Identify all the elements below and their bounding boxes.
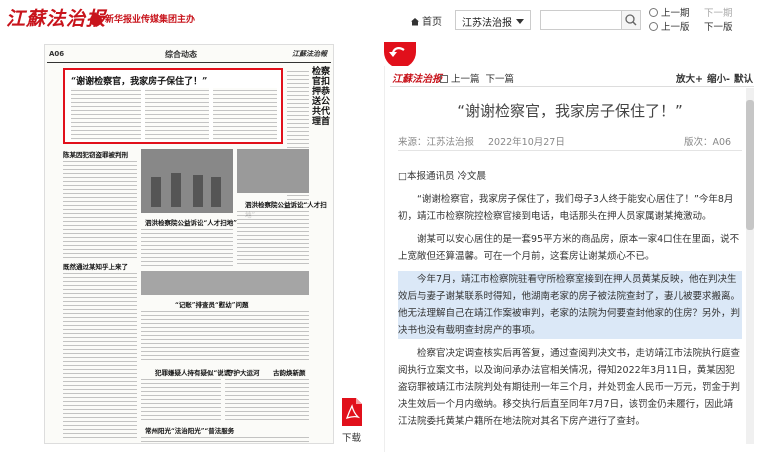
- story-title[interactable]: “记账”排查员“慰幼”问题: [175, 299, 248, 309]
- home-link[interactable]: 首页: [410, 13, 442, 28]
- story-title[interactable]: 泗洪检察院公益诉讼“人才扫地”: [145, 217, 237, 227]
- zoom-in-button[interactable]: 放大+: [676, 71, 703, 85]
- story-title[interactable]: 既然通过某知乎上来了: [63, 261, 128, 271]
- zoom-out-button[interactable]: 缩小-: [707, 71, 730, 85]
- text-column: [225, 377, 309, 421]
- next-article-link[interactable]: 下一篇: [486, 74, 515, 85]
- article-paragraph: “谢谢检察官，我家房子保住了，我们母子3人终于能安心居住了！”今年8月初，靖江市…: [398, 194, 734, 222]
- paper-section: 综合动态: [165, 50, 197, 59]
- publisher-text: 新华报业传媒集团主办: [105, 15, 196, 25]
- chevron-down-icon: [516, 19, 524, 24]
- article-source: 来源：江苏法治报: [398, 137, 475, 148]
- publisher-logo-icon: [90, 13, 102, 26]
- news-photo[interactable]: [237, 149, 309, 193]
- text-column: [63, 159, 137, 259]
- divider: [390, 86, 754, 87]
- top-header: 江蘇法治报 新华报业传媒集团主办 首页 江苏法治报 上一期 下一期 上一版 下一…: [0, 0, 768, 42]
- search-button[interactable]: [621, 10, 641, 30]
- search-input[interactable]: [540, 10, 622, 30]
- circle-icon: [649, 22, 658, 31]
- prev-period-label: 上一期: [661, 8, 690, 19]
- paper-brand: 江蘇法治報: [292, 50, 327, 58]
- text-column: [145, 88, 209, 140]
- home-label: 首页: [422, 17, 442, 28]
- paper-headline: “谢谢检察官，我家房子保住了！”: [71, 77, 208, 87]
- text-column: [237, 209, 309, 265]
- article-date: 2022年10月27日: [488, 137, 565, 148]
- article-edition: 版次：A06: [684, 137, 732, 148]
- next-page-link[interactable]: 下一版: [704, 20, 733, 35]
- paper-select[interactable]: 江苏法治报: [455, 10, 531, 30]
- news-photo[interactable]: [141, 149, 233, 213]
- home-icon: [411, 18, 419, 26]
- news-photo[interactable]: [141, 271, 309, 295]
- article-author: □本报通讯员 冷文晨: [398, 171, 486, 182]
- vertical-headline[interactable]: 检察官扣押恭送公共代理首: [312, 67, 330, 127]
- paper-select-value: 江苏法治报: [462, 18, 512, 29]
- story-title[interactable]: 古韵焕新颜: [273, 367, 306, 377]
- download-label[interactable]: 下载: [342, 430, 361, 444]
- back-button[interactable]: [384, 42, 416, 68]
- text-column: [141, 309, 309, 363]
- text-column: [141, 435, 309, 443]
- publisher-badge: 新华报业传媒集团主办: [90, 12, 195, 26]
- text-column: [213, 88, 277, 140]
- pdf-download-icon[interactable]: [340, 398, 364, 426]
- article-title: “谢谢检察官，我家房子保住了！”: [457, 102, 683, 120]
- next-period-label: 下一期: [704, 8, 733, 19]
- story-title[interactable]: 陈某因犯窃盗罪被判刑: [63, 149, 128, 159]
- square-icon: [440, 75, 448, 83]
- divider: [398, 150, 742, 151]
- newspaper-page-image[interactable]: A06 综合动态 江蘇法治報 “谢谢检察官，我家房子保住了！” 检察官扣押恭送公…: [44, 44, 334, 444]
- article-paragraph: 检察官决定调查核实后再答复，通过查阅判决文书，走访靖江市法院执行庭查阅执行立案文…: [398, 348, 741, 427]
- prev-article-link[interactable]: 上一篇: [451, 74, 480, 85]
- search-icon: [625, 14, 637, 26]
- text-column: [63, 271, 137, 441]
- prev-page-link[interactable]: 上一版: [649, 20, 690, 35]
- prev-period-link[interactable]: 上一期: [649, 6, 690, 21]
- story-title[interactable]: 守护大运河: [227, 367, 260, 377]
- panel-logo: 江蘇法治报: [392, 74, 442, 85]
- next-period-link[interactable]: 下一期: [704, 6, 733, 21]
- paper-page-number: A06: [49, 50, 65, 58]
- prev-page-label: 上一版: [661, 22, 690, 33]
- selected-article-highlight[interactable]: “谢谢检察官，我家房子保住了！”: [63, 68, 283, 144]
- story-title[interactable]: 常州阳光“法治阳光”“普法服务: [145, 425, 234, 435]
- article-body: □本报通讯员 冷文晨 “谢谢检察官，我家房子保住了，我们母子3人终于能安心居住了…: [398, 168, 742, 436]
- text-column: [141, 227, 233, 267]
- article-paragraph: 今年7月，靖江市检察院驻看守所检察室接到在押人员黄某反映，他在判决生效后与妻子谢…: [398, 271, 742, 339]
- zoom-reset-button[interactable]: 默认: [734, 71, 753, 85]
- circle-icon: [649, 8, 658, 17]
- text-column: [71, 88, 141, 140]
- story-title[interactable]: 犯罪嫌疑人持有疑似“说谎”: [155, 367, 234, 377]
- next-page-label: 下一版: [704, 22, 733, 33]
- article-paragraph: 谢某可以安心居住的是一套95平方米的商品房，原本一家4口住在里面，说不上宽敞但还…: [398, 234, 740, 262]
- scrollbar-thumb[interactable]: [746, 100, 754, 230]
- article-nav: 上一篇 下一篇: [436, 71, 514, 85]
- text-column: [141, 377, 221, 421]
- paper-header: A06 综合动态 江蘇法治報: [47, 49, 331, 63]
- back-arrow-icon: [389, 47, 405, 57]
